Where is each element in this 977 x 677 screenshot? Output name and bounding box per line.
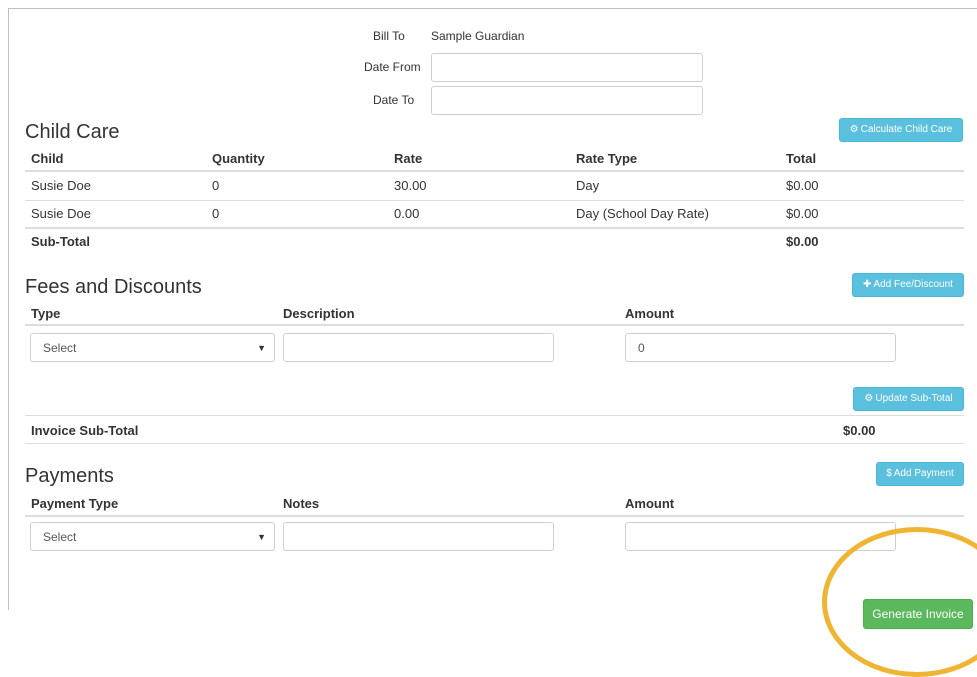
- bill-to-value: Sample Guardian: [431, 29, 525, 43]
- calculate-child-care-label: Calculate Child Care: [860, 124, 953, 135]
- update-subtotal-label: Update Sub-Total: [875, 393, 953, 404]
- calculate-child-care-button[interactable]: ⚙ Calculate Child Care: [839, 118, 963, 142]
- fee-type-select[interactable]: Select ▼: [30, 333, 275, 362]
- plus-icon: ✚: [863, 279, 872, 290]
- subtotal-divider: [25, 227, 964, 229]
- col-rate-type: Rate Type: [576, 151, 638, 166]
- update-subtotal-button[interactable]: ⚙ Update Sub-Total: [853, 387, 964, 411]
- payment-type-select[interactable]: Select ▼: [30, 522, 275, 551]
- date-from-input[interactable]: [431, 53, 703, 82]
- cogs-icon: ⚙: [864, 393, 874, 404]
- caret-down-icon: ▼: [257, 343, 266, 353]
- fees-header-divider: [25, 324, 964, 326]
- fees-title: Fees and Discounts: [25, 276, 202, 298]
- date-to-label: Date To: [373, 93, 415, 107]
- payment-type-selected: Select: [43, 530, 77, 544]
- col-total: Total: [786, 151, 817, 166]
- child-care-header-divider: [25, 170, 964, 172]
- invoice-subtotal-bottom-divider: [25, 443, 964, 444]
- add-payment-label: Add Payment: [893, 468, 954, 479]
- fee-type-selected: Select: [43, 341, 77, 355]
- row2-child: Susie Doe: [31, 206, 91, 221]
- payments-header-divider: [25, 515, 964, 517]
- row2-rate-type: Day (School Day Rate): [576, 206, 709, 221]
- col-amount: Amount: [625, 306, 675, 321]
- invoice-subtotal-label: Invoice Sub-Total: [31, 423, 139, 438]
- invoice-subtotal-top-divider: [25, 415, 964, 416]
- fee-amount-input[interactable]: 0: [625, 333, 896, 362]
- payments-title: Payments: [25, 465, 114, 487]
- add-fee-discount-label: Add Fee/Discount: [873, 279, 953, 290]
- row1-rate-type: Day: [576, 178, 600, 193]
- row1-rate: 30.00: [394, 178, 427, 193]
- col-quantity: Quantity: [212, 151, 265, 166]
- date-to-input[interactable]: [431, 86, 703, 115]
- row1-child: Susie Doe: [31, 178, 91, 193]
- payment-notes-input[interactable]: [283, 522, 554, 551]
- child-care-title: Child Care: [25, 121, 120, 143]
- add-payment-button[interactable]: $ Add Payment: [876, 462, 964, 486]
- row1-total: $0.00: [786, 178, 819, 193]
- fee-description-input[interactable]: [283, 333, 554, 362]
- dollar-icon: $: [886, 468, 892, 479]
- row1-quantity: 0: [212, 178, 220, 193]
- col-rate: Rate: [394, 151, 423, 166]
- caret-down-icon: ▼: [257, 532, 266, 542]
- row2-quantity: 0: [212, 206, 220, 221]
- row-divider: [25, 200, 964, 201]
- subtotal-label: Sub-Total: [31, 234, 90, 249]
- col-type: Type: [31, 306, 61, 321]
- col-payment-type: Payment Type: [31, 496, 119, 511]
- col-child: Child: [31, 151, 64, 166]
- date-from-label: Date From: [364, 60, 421, 74]
- col-payment-amount: Amount: [625, 496, 675, 511]
- cogs-icon: ⚙: [849, 124, 859, 135]
- bill-to-label: Bill To: [373, 29, 405, 43]
- col-notes: Notes: [283, 496, 320, 511]
- row2-total: $0.00: [786, 206, 819, 221]
- invoice-subtotal-value: $0.00: [843, 423, 876, 438]
- subtotal-value: $0.00: [786, 234, 819, 249]
- row2-rate: 0.00: [394, 206, 420, 221]
- col-description: Description: [283, 306, 355, 321]
- generate-invoice-button[interactable]: Generate Invoice: [863, 599, 973, 629]
- add-fee-discount-button[interactable]: ✚ Add Fee/Discount: [852, 273, 964, 297]
